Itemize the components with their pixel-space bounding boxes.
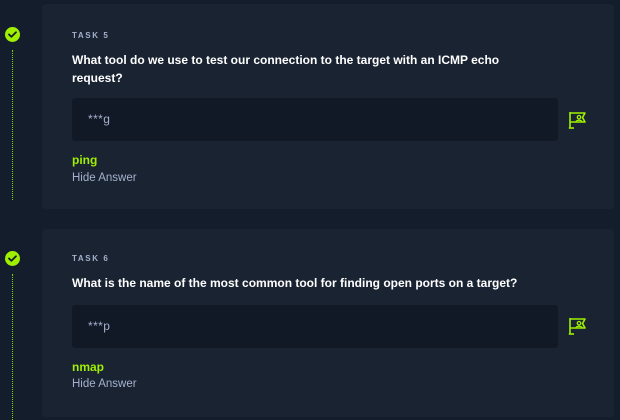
question-text: What is the name of the most common tool… — [72, 276, 518, 290]
question-text: What tool do we use to test our connecti… — [72, 53, 500, 85]
progress-dots — [12, 50, 14, 200]
flag-icon[interactable] — [568, 317, 588, 335]
progress-dots — [12, 274, 14, 420]
flag-icon[interactable] — [568, 111, 588, 129]
answer-input[interactable]: ***g — [72, 98, 558, 141]
masked-answer: ***p — [88, 319, 111, 333]
task-5-progress-rail — [0, 0, 28, 210]
answer-text: nmap — [72, 360, 105, 374]
check-icon — [5, 27, 20, 42]
task-6-card: TASK 6 What is the name of the most comm… — [42, 229, 614, 417]
hide-answer-link[interactable]: Hide Answer — [72, 172, 137, 184]
answer-input[interactable]: ***p — [72, 305, 558, 348]
task-label: TASK 6 — [72, 254, 110, 263]
task-label: TASK 5 — [72, 31, 110, 40]
answer-text: ping — [72, 153, 98, 167]
masked-answer: ***g — [88, 112, 111, 126]
hide-answer-link[interactable]: Hide Answer — [72, 378, 137, 390]
task-6-progress-rail — [0, 229, 28, 420]
check-icon — [5, 251, 20, 266]
tasks-page: TASK 5 What tool do we use to test our c… — [0, 0, 620, 420]
task-5-card: TASK 5 What tool do we use to test our c… — [42, 4, 614, 209]
